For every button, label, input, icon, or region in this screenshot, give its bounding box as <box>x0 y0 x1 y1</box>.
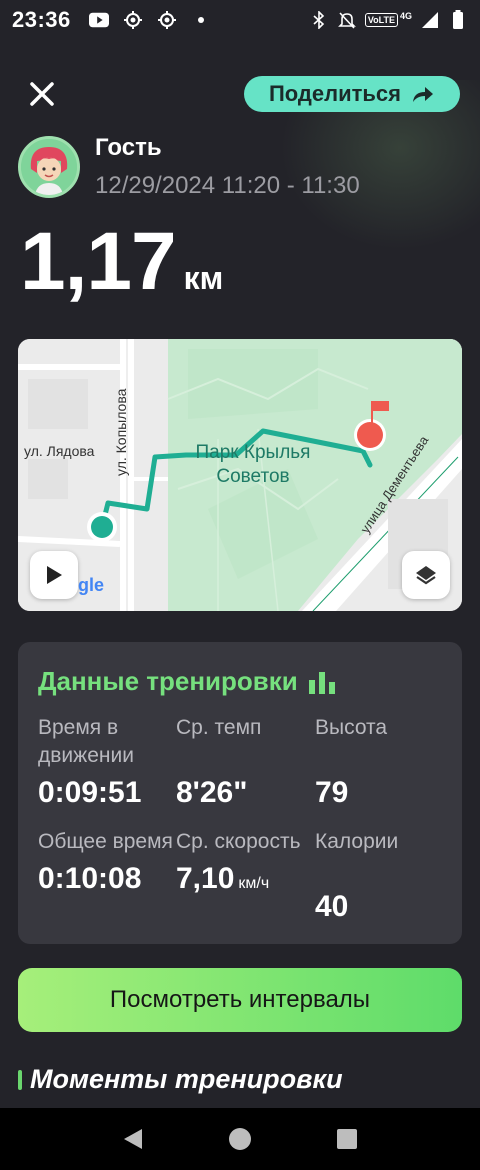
battery-icon <box>448 10 468 30</box>
stat-label: Ср. темп <box>176 716 262 739</box>
stat-altitude: Высота 79 <box>315 714 455 810</box>
stat-moving-time: Время в движении 0:09:51 <box>38 714 178 810</box>
map-street-label: ул. Копылова <box>113 388 129 476</box>
stat-value-text: 8'26" <box>176 776 248 809</box>
workout-data-title-text: Данные тренировки <box>38 666 298 696</box>
distance-value: 1,17 <box>20 216 177 307</box>
stat-avg-speed: Ср. скорость 7,10 км/ч <box>176 828 316 896</box>
stat-value-text: 40 <box>315 890 349 923</box>
share-button-label: Поделиться <box>268 81 402 106</box>
route-map[interactable]: ул. Лядова ул. Копылова Парк Крылья Сове… <box>18 339 462 611</box>
bluetooth-icon <box>309 10 329 30</box>
stat-value: 0:09:51 <box>38 776 178 810</box>
stat-label: Время в движении <box>38 716 134 767</box>
stat-label: Высота <box>315 716 388 739</box>
home-circle-icon <box>228 1128 251 1150</box>
status-time: 23:36 <box>12 7 71 32</box>
stat-total-time: Общее время 0:10:08 <box>38 828 178 896</box>
play-icon <box>47 566 62 584</box>
notification-dot-icon <box>191 10 211 30</box>
stat-avg-pace: Ср. темп 8'26" <box>176 714 316 810</box>
stat-value: 8'26" <box>176 776 316 810</box>
map-replay-button[interactable] <box>30 551 78 599</box>
nav-back-button[interactable] <box>113 1119 153 1159</box>
avatar <box>18 136 80 198</box>
network-type-label: 4G <box>399 11 412 21</box>
section-accent-bar <box>18 1069 22 1090</box>
status-left-icons <box>88 10 211 30</box>
workout-data-card: Данные тренировки Время в движении 0:09:… <box>18 642 462 944</box>
distance-unit: км <box>183 260 224 296</box>
map-park-label: Парк Крылья Советов <box>195 442 311 487</box>
nav-home-button[interactable] <box>220 1119 260 1159</box>
mute-icon <box>337 10 357 30</box>
map-street-label: ул. Лядова <box>24 443 95 459</box>
stat-label: Общее время <box>38 830 173 853</box>
stat-value: 0:10:08 <box>38 862 178 896</box>
close-button[interactable] <box>24 76 60 112</box>
workout-moments-section: Моменты тренировки <box>18 1064 343 1095</box>
stat-calories: Калории 40 <box>315 828 455 924</box>
nav-recents-button[interactable] <box>327 1119 367 1159</box>
signal-icon <box>420 10 440 30</box>
youtube-icon <box>88 10 109 30</box>
stat-value: 79 <box>315 776 455 810</box>
distance-display: 1,17 км <box>20 215 223 309</box>
google-logo: gle <box>78 575 104 596</box>
stat-label: Калории <box>315 830 399 853</box>
close-icon <box>30 82 54 106</box>
stat-value: 40 <box>315 890 455 924</box>
back-triangle-icon <box>124 1129 143 1149</box>
status-bar: 23:36 VoLTE 4G <box>0 0 480 40</box>
stat-value-text: 7,10 <box>176 862 235 895</box>
location-target-icon <box>123 10 143 30</box>
stat-value-text: 0:09:51 <box>38 776 142 809</box>
stat-value: 7,10 км/ч <box>176 862 316 896</box>
view-intervals-button[interactable]: Посмотреть интервалы <box>18 968 462 1032</box>
stat-unit: км/ч <box>238 875 270 892</box>
share-arrow-icon <box>413 87 434 102</box>
volte-badge: VoLTE <box>364 13 398 27</box>
session-date: 12/29/2024 11:20 - 11:30 <box>95 172 360 199</box>
bar-chart-icon <box>308 671 335 694</box>
status-right-icons: VoLTE 4G <box>309 10 468 30</box>
workout-data-title: Данные тренировки <box>38 666 338 697</box>
location-target-icon <box>157 10 177 30</box>
google-logo-text: gle <box>78 575 105 595</box>
user-name: Гость <box>95 134 162 161</box>
map-layers-button[interactable] <box>402 551 450 599</box>
stat-value-text: 0:10:08 <box>38 862 142 895</box>
recents-square-icon <box>336 1129 357 1149</box>
share-button[interactable]: Поделиться <box>244 76 460 112</box>
stat-label: Ср. скорость <box>176 830 301 853</box>
system-nav-bar <box>0 1108 480 1170</box>
workout-moments-title: Моменты тренировки <box>30 1064 343 1094</box>
stat-value-text: 79 <box>315 776 349 809</box>
layers-icon <box>416 566 436 585</box>
